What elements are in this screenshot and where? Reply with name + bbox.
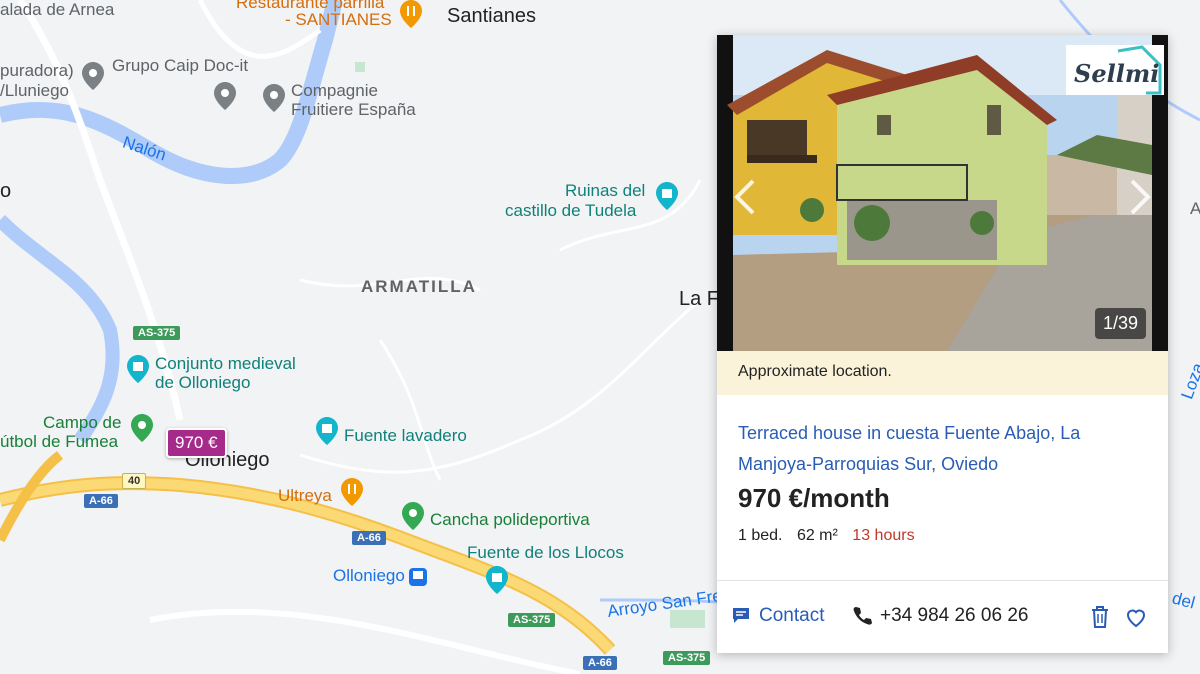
poi-label: de Olloniego <box>155 373 251 392</box>
train-station-icon[interactable] <box>408 567 428 587</box>
approx-location-text: Approximate location. <box>738 363 892 380</box>
poi-label: Fuente lavadero <box>344 426 467 445</box>
area-info: 62 m² <box>796 527 838 544</box>
contact-button[interactable]: Contact <box>731 605 824 627</box>
trash-icon[interactable] <box>1090 605 1110 629</box>
poi-label: - SANTIANES <box>285 10 392 29</box>
place-label: La F <box>679 288 720 310</box>
poi-label: alada de Arnea <box>0 0 115 19</box>
poi-label: Grupo Caip Doc-it <box>112 56 249 75</box>
poi-label: Fruitiere España <box>291 100 416 119</box>
posted-time: 13 hours <box>852 527 915 544</box>
poi-label: puradora) <box>0 61 74 80</box>
map-pin-icon[interactable] <box>263 84 285 112</box>
heart-icon[interactable] <box>1124 605 1148 629</box>
phone-icon <box>853 607 872 625</box>
area-label-armatilla: ARMATILLA <box>361 277 477 296</box>
road-shield: A-66 <box>583 656 617 670</box>
map-pin-icon[interactable] <box>402 502 424 530</box>
restaurant-pin-icon[interactable] <box>341 478 363 506</box>
road-shield: A-66 <box>84 494 118 508</box>
poi-label: A <box>1190 199 1200 218</box>
logo-text: Sellmi <box>1074 59 1160 88</box>
poi-label: Campo de <box>43 413 122 432</box>
poi-label: castillo de Tudela <box>505 201 637 220</box>
castle-pin-icon[interactable] <box>127 355 149 383</box>
poi-label: Conjunto medieval <box>155 354 296 373</box>
poi-label: Cancha polideportiva <box>430 510 590 529</box>
listing-price: 970 €/month <box>738 483 890 513</box>
road-shield: 40 <box>122 473 147 489</box>
castle-pin-icon[interactable] <box>486 566 508 594</box>
price-marker[interactable]: 970 € <box>166 428 227 458</box>
poi-label: Ultreya <box>278 486 332 505</box>
card-actions: Contact +34 984 26 06 26 <box>717 581 1168 653</box>
chat-icon <box>733 608 749 623</box>
map-pin-icon[interactable] <box>82 62 104 90</box>
castle-pin-icon[interactable] <box>316 417 338 445</box>
listing-photo[interactable]: 1/39 Sellmi <box>717 35 1168 351</box>
listing-card[interactable]: 1/39 Sellmi Approximate location. Terrac… <box>717 35 1168 653</box>
poi-label: Compagnie <box>291 81 378 100</box>
castle-pin-icon[interactable] <box>656 182 678 210</box>
poi-label: Fuente de los Llocos <box>467 543 624 562</box>
road-shield: A-66 <box>352 531 386 545</box>
contact-label: Contact <box>759 605 825 626</box>
sellmi-logo: Sellmi <box>1066 45 1164 95</box>
map-pin-icon[interactable] <box>131 414 153 442</box>
approx-location-banner: Approximate location. <box>717 351 1168 395</box>
road-shield: AS-375 <box>508 613 556 627</box>
place-label-santianes: Santianes <box>447 5 536 27</box>
road-shield: AS-375 <box>663 651 711 665</box>
place-label: o <box>0 180 12 202</box>
poi-label: Olloniego <box>333 566 405 585</box>
photo-counter: 1/39 <box>1094 308 1146 339</box>
listing-details: 1 bed. 62 m² 13 hours <box>738 527 925 545</box>
map-pin-icon[interactable] <box>214 82 236 110</box>
poi-label: /Lluniego <box>0 81 70 100</box>
restaurant-pin-icon[interactable] <box>400 0 422 28</box>
beds-info: 1 bed. <box>738 527 783 544</box>
poi-label: útbol de Fumea <box>0 432 119 451</box>
chevron-right-icon[interactable] <box>1122 175 1158 219</box>
poi-label: Ruinas del <box>565 181 646 200</box>
listing-title-link[interactable]: Terraced house in cuesta Fuente Abajo, L… <box>738 418 1148 480</box>
chevron-left-icon[interactable] <box>727 175 763 219</box>
road-shield: AS-375 <box>133 326 181 340</box>
phone-button[interactable]: +34 984 26 06 26 <box>852 605 1028 627</box>
phone-number: +34 984 26 06 26 <box>880 605 1029 626</box>
